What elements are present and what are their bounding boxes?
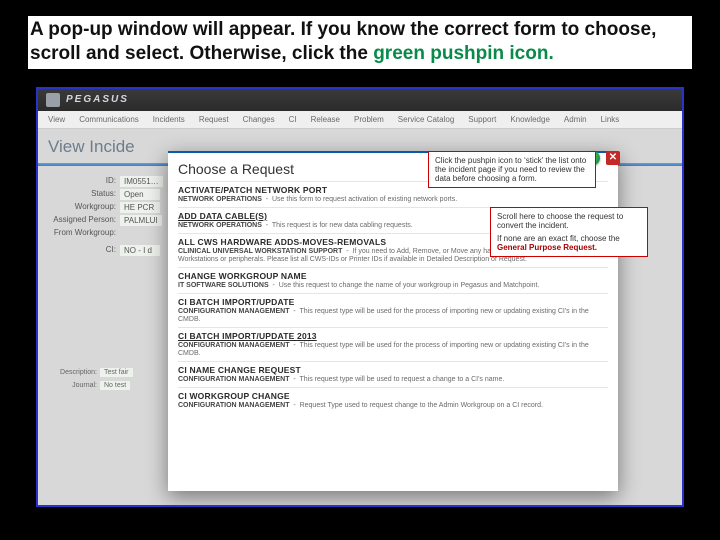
callout-scroll-l3: General Purpose Request. [497, 243, 641, 252]
id-value: IM0551… [120, 176, 163, 187]
request-title: CI WORKGROUP CHANGE [178, 391, 608, 401]
ci-value: NO - I d [120, 245, 160, 256]
request-item[interactable]: CI WORKGROUP CHANGECONFIGURATION MANAGEM… [178, 387, 608, 413]
request-title: CI BATCH IMPORT/UPDATE [178, 297, 608, 307]
request-item[interactable]: CI BATCH IMPORT/UPDATE 2013CONFIGURATION… [178, 327, 608, 361]
app-window: PEGASUS View Communications Incidents Re… [38, 89, 682, 505]
menu-request[interactable]: Request [199, 115, 229, 124]
callout-scroll-l1: Scroll here to choose the request to con… [497, 212, 641, 230]
lower-left-fields: Description:Test fair Journal:No test [44, 369, 133, 389]
request-title: CI NAME CHANGE REQUEST [178, 365, 608, 375]
screenshot-frame: PEGASUS View Communications Incidents Re… [36, 87, 684, 507]
instruction-green-2: pushpin icon. [430, 43, 554, 64]
menu-problem[interactable]: Problem [354, 115, 384, 124]
journal-value: No test [100, 381, 130, 390]
callout-scroll: Scroll here to choose the request to con… [490, 207, 648, 258]
app-titlebar: PEGASUS [38, 89, 682, 111]
callout-pushpin-text: Click the pushpin icon to ‘stick’ the li… [435, 156, 586, 183]
descr-value: Test fair [100, 368, 133, 377]
menu-release[interactable]: Release [311, 115, 340, 124]
request-subtext: CONFIGURATION MANAGEMENT - This request … [178, 342, 608, 358]
menu-links[interactable]: Links [601, 115, 620, 124]
menu-admin[interactable]: Admin [564, 115, 587, 124]
descr-label: Description: [44, 369, 100, 376]
status-value: Open [120, 189, 160, 200]
pegasus-logo-icon [46, 93, 60, 107]
instruction-banner: A pop-up window will appear. If you know… [0, 0, 720, 81]
menubar: View Communications Incidents Request Ch… [38, 111, 682, 129]
menu-knowledge[interactable]: Knowledge [510, 115, 550, 124]
assigned-label: Assigned Person: [50, 215, 120, 226]
request-subtext: CONFIGURATION MANAGEMENT - This request … [178, 308, 608, 324]
request-subtext: NETWORK OPERATIONS - Use this form to re… [178, 196, 608, 204]
menu-view[interactable]: View [48, 115, 65, 124]
assigned-value: PALMLUI [120, 215, 162, 226]
callout-scroll-l2: If none are an exact fit, choose the [497, 234, 641, 243]
menu-ci[interactable]: CI [289, 115, 297, 124]
request-subtext: CONFIGURATION MANAGEMENT - This request … [178, 376, 608, 384]
journal-label: Journal: [44, 382, 100, 389]
request-title: CHANGE WORKGROUP NAME [178, 271, 608, 281]
menu-changes[interactable]: Changes [243, 115, 275, 124]
menu-incidents[interactable]: Incidents [153, 115, 185, 124]
request-item[interactable]: CI NAME CHANGE REQUESTCONFIGURATION MANA… [178, 361, 608, 387]
workgroup-label: Workgroup: [50, 202, 120, 213]
workgroup-value: HE PCR [120, 202, 160, 213]
close-icon[interactable]: ✕ [606, 151, 620, 165]
modal-title: Choose a Request [178, 161, 294, 177]
ci-label: CI: [50, 245, 120, 256]
menu-support[interactable]: Support [468, 115, 496, 124]
request-item[interactable]: CHANGE WORKGROUP NAMEIT SOFTWARE SOLUTIO… [178, 267, 608, 293]
id-label: ID: [50, 176, 120, 187]
status-label: Status: [50, 189, 120, 200]
request-item[interactable]: CI BATCH IMPORT/UPDATECONFIGURATION MANA… [178, 293, 608, 327]
instruction-green-1: green [373, 43, 425, 64]
request-subtext: IT SOFTWARE SOLUTIONS - Use this request… [178, 282, 608, 290]
choose-request-modal: Choose a Request ACTIVATE/PATCH NETWORK … [168, 151, 618, 491]
menu-service-catalog[interactable]: Service Catalog [398, 115, 454, 124]
request-title: CI BATCH IMPORT/UPDATE 2013 [178, 331, 608, 341]
brand-label: PEGASUS [66, 94, 129, 105]
request-subtext: CONFIGURATION MANAGEMENT - Request Type … [178, 402, 608, 410]
menu-communications[interactable]: Communications [79, 115, 139, 124]
instruction-text-1: A pop-up window will appear. If you know… [30, 19, 656, 64]
from-workgroup-label: From Workgroup: [50, 228, 120, 237]
callout-pushpin: Click the pushpin icon to ‘stick’ the li… [428, 151, 596, 189]
